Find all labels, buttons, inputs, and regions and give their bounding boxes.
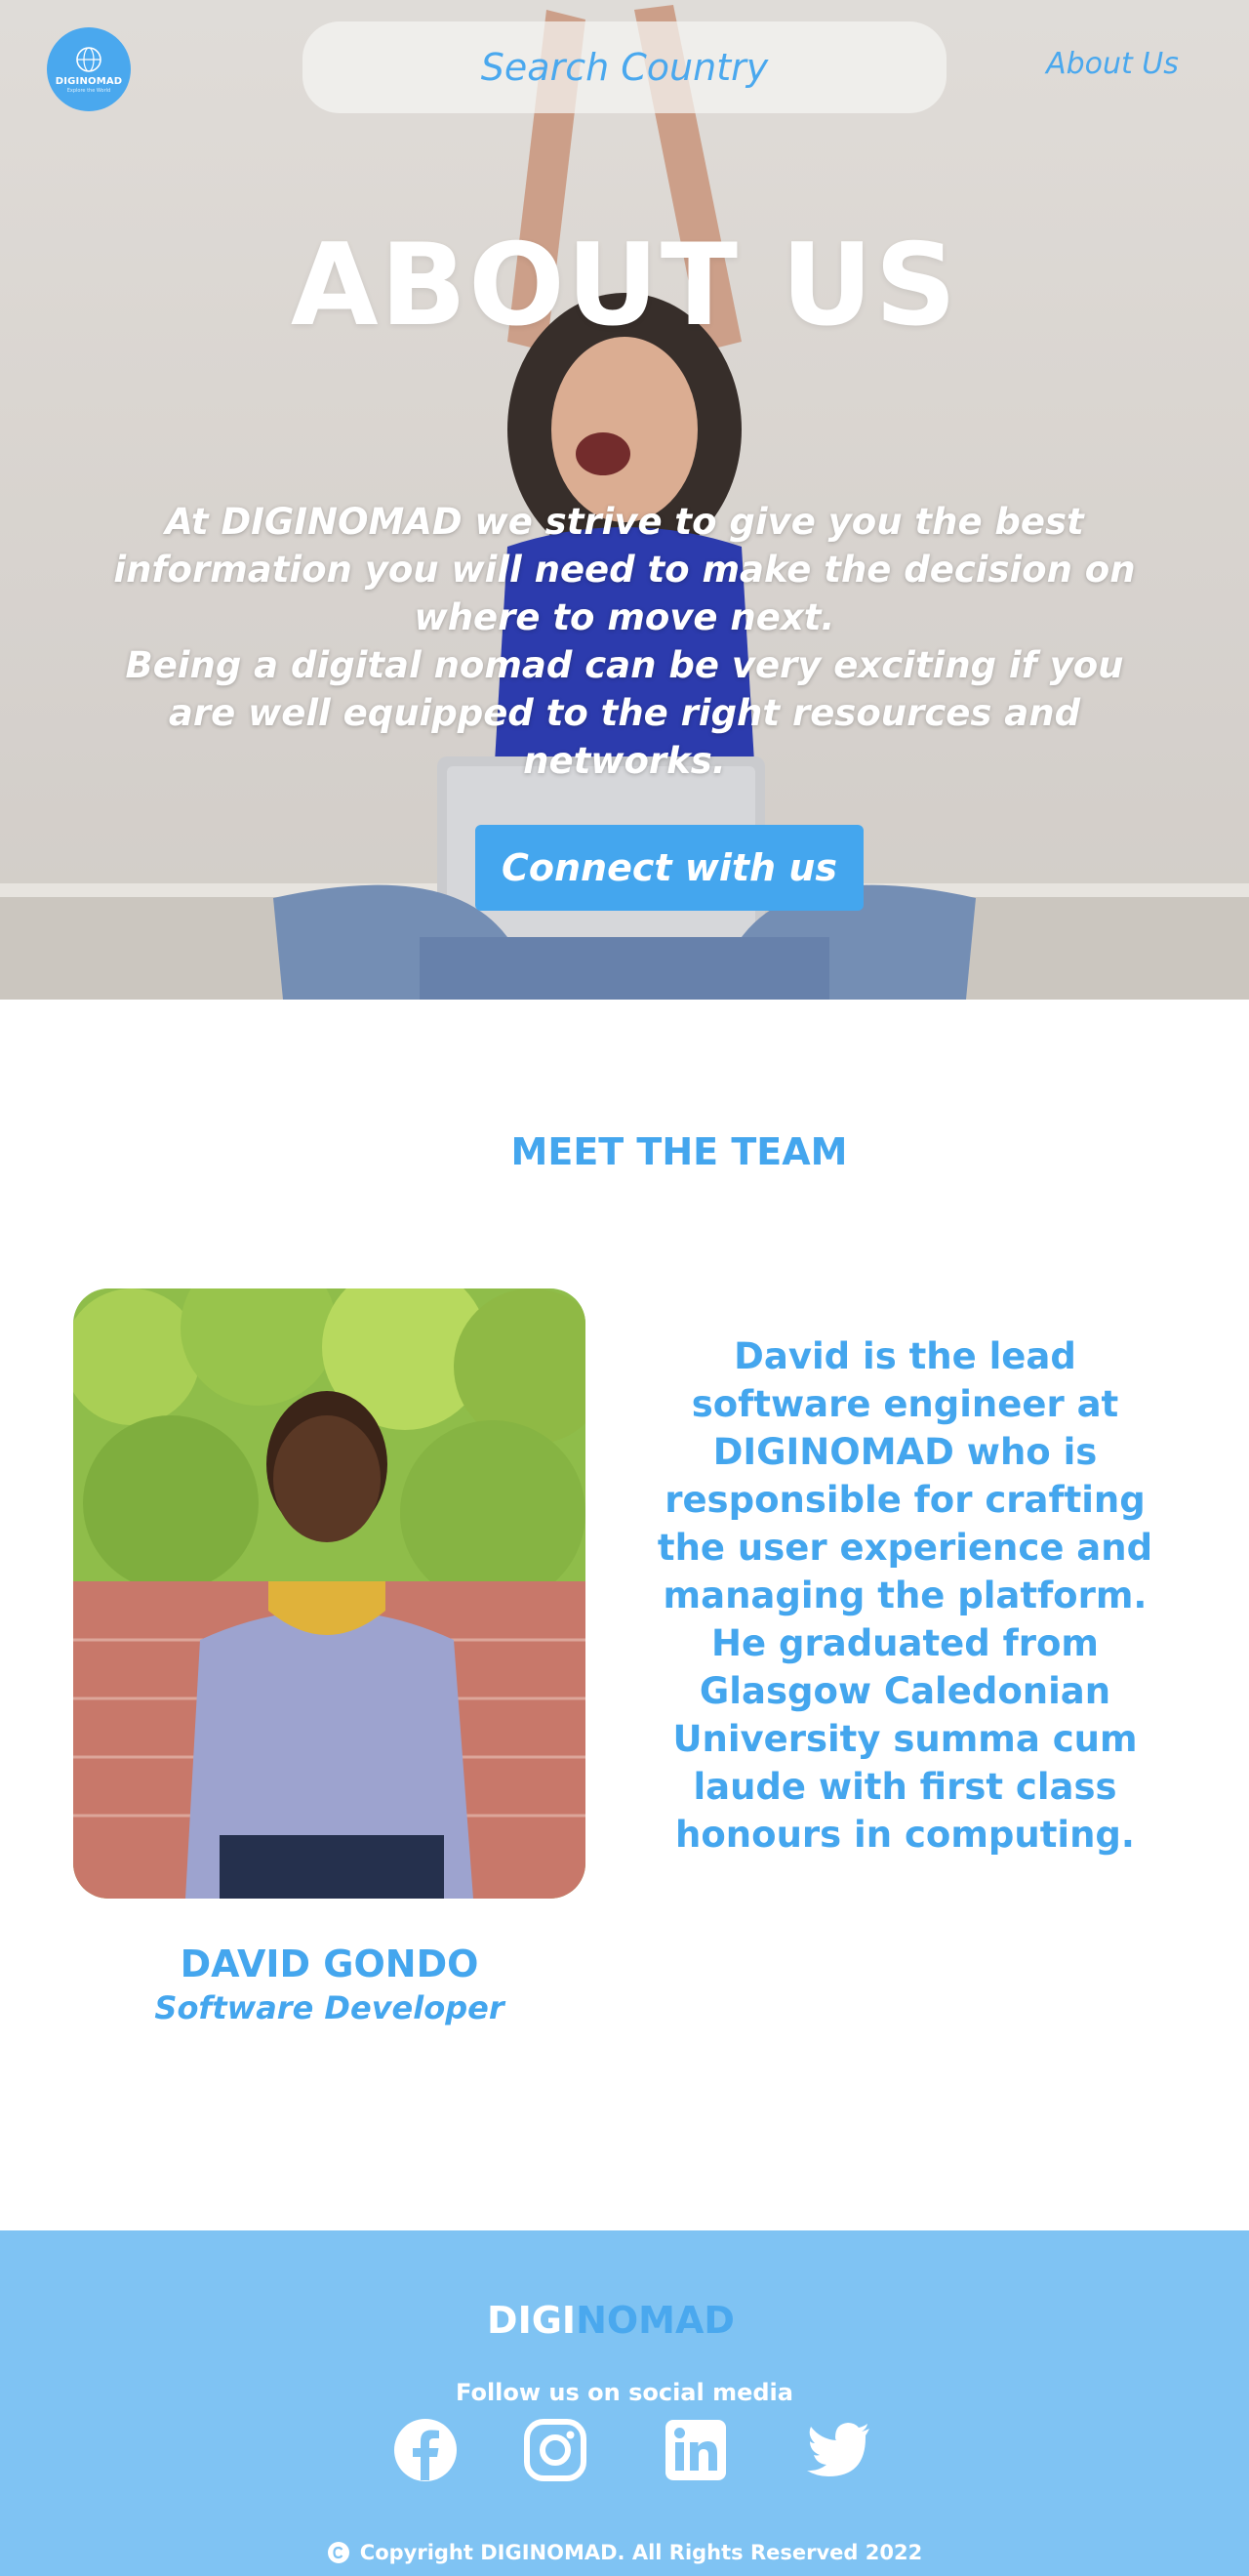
copyright-icon <box>327 2542 349 2563</box>
hero-paragraph-2: Being a digital nomad can be very exciti… <box>125 644 1124 782</box>
site-logo[interactable]: DIGINOMAD Explore the World <box>47 27 131 111</box>
search-country-input[interactable] <box>302 21 947 113</box>
instagram-icon[interactable] <box>521 2416 589 2484</box>
copyright-text: Copyright DIGINOMAD. All Rights Reserved… <box>359 2541 923 2564</box>
team-member-photo-image <box>73 1288 585 1899</box>
globe-icon <box>76 47 101 72</box>
hero-section: DIGINOMAD Explore the World About Us ABO… <box>0 0 1249 1000</box>
facebook-icon[interactable] <box>391 2416 460 2484</box>
site-footer: DIGINOMAD Follow us on social media Copy… <box>0 2230 1249 2576</box>
footer-brand: DIGINOMAD <box>0 2299 1222 2342</box>
footer-brand-part-1: DIGI <box>487 2299 577 2342</box>
copyright: Copyright DIGINOMAD. All Rights Reserved… <box>0 2541 1249 2564</box>
linkedin-icon[interactable] <box>662 2416 730 2484</box>
follow-text: Follow us on social media <box>456 2379 793 2406</box>
page-title: ABOUT US <box>290 220 959 351</box>
member-bio: David is the lead software engineer at D… <box>657 1335 1153 1856</box>
nav-link-about-us[interactable]: About Us <box>1034 47 1190 81</box>
logo-tagline: Explore the World <box>66 88 111 94</box>
team-heading: MEET THE TEAM <box>510 1130 848 1173</box>
member-role: Software Developer <box>154 1989 504 2026</box>
logo-text: DIGINOMAD <box>55 76 123 87</box>
hero-paragraph-1: At DIGINOMAD we strive to give you the b… <box>113 501 1136 638</box>
twitter-icon[interactable] <box>805 2416 873 2484</box>
footer-brand-part-2: NOMAD <box>576 2299 735 2342</box>
member-name: DAVID GONDO <box>180 1942 479 1985</box>
connect-with-us-button[interactable]: Connect with us <box>475 825 864 911</box>
team-member-photo <box>73 1288 585 1899</box>
hero-description: At DIGINOMAD we strive to give you the b… <box>107 498 1142 785</box>
